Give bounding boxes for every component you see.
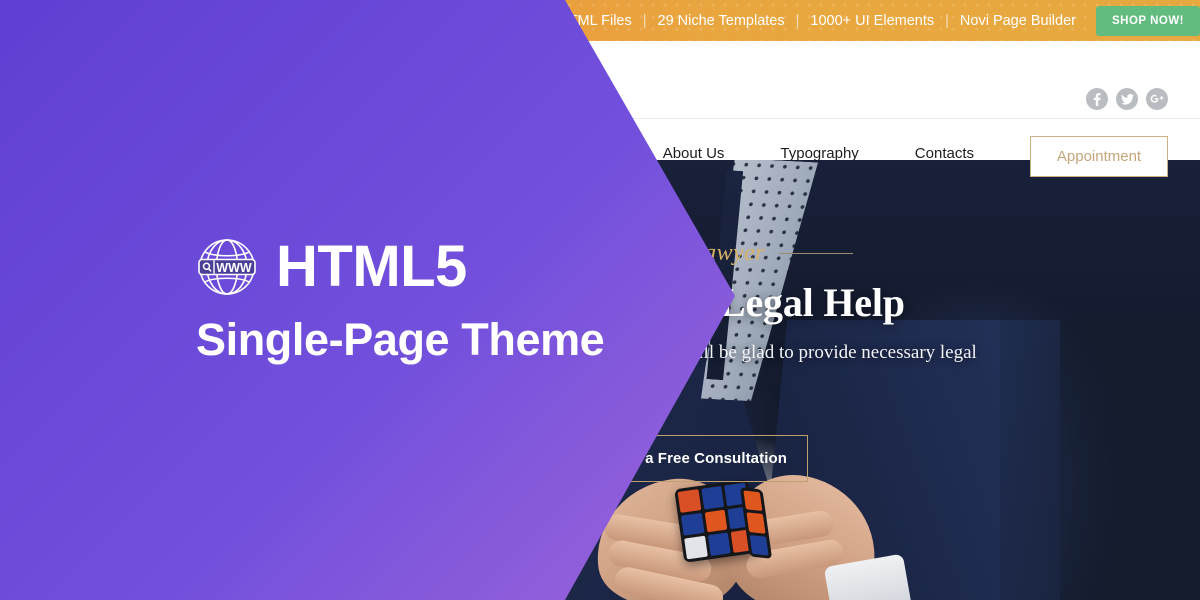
facebook-icon[interactable] [1086, 88, 1108, 110]
cube-tile [677, 489, 701, 513]
promo-headline-secondary: Single-Page Theme [196, 314, 605, 365]
promo-headline-primary: HTML5 [276, 234, 467, 299]
topbar-separator: | [795, 12, 800, 29]
topbar-link-ui-elements[interactable]: 1000+ UI Elements [810, 13, 934, 29]
globe-www-icon: WWW [196, 236, 258, 298]
cube-tile [680, 512, 705, 536]
nav-item-typography[interactable]: Typography [780, 145, 858, 168]
topbar-links: HTML Files | 29 Niche Templates | 1000+ … [558, 5, 1200, 36]
twitter-icon[interactable] [1116, 88, 1138, 110]
topbar-link-niche-templates[interactable]: 29 Niche Templates [658, 13, 785, 29]
cube-tile [749, 534, 769, 556]
topbar-link-novi-page-builder[interactable]: Novi Page Builder [960, 13, 1076, 29]
hero-kicker-rule [778, 253, 853, 254]
promo-content: WWW HTML5 Single-Page Theme [196, 236, 605, 366]
page-stage: Law Firm & Lawyer Effective Legal Help O… [0, 0, 1200, 600]
promo-headline-row: WWW HTML5 [196, 236, 604, 298]
globe-icon-label: WWW [216, 261, 252, 275]
cube-tile [707, 532, 731, 557]
cube-tile [701, 485, 725, 510]
social-links [1086, 88, 1168, 110]
cube-tile [746, 512, 766, 534]
topbar-separator: | [945, 12, 949, 29]
google-plus-icon[interactable] [1146, 88, 1168, 110]
nav-item-about-us[interactable]: About Us [663, 145, 725, 168]
cube-tile [704, 509, 728, 533]
topbar-separator: | [642, 12, 647, 29]
appointment-button[interactable]: Appointment [1030, 136, 1168, 177]
cube-tile [684, 536, 708, 560]
shop-now-button[interactable]: SHOP NOW! [1095, 5, 1200, 36]
cube-tile [743, 490, 763, 512]
nav-item-contacts[interactable]: Contacts [915, 145, 974, 168]
